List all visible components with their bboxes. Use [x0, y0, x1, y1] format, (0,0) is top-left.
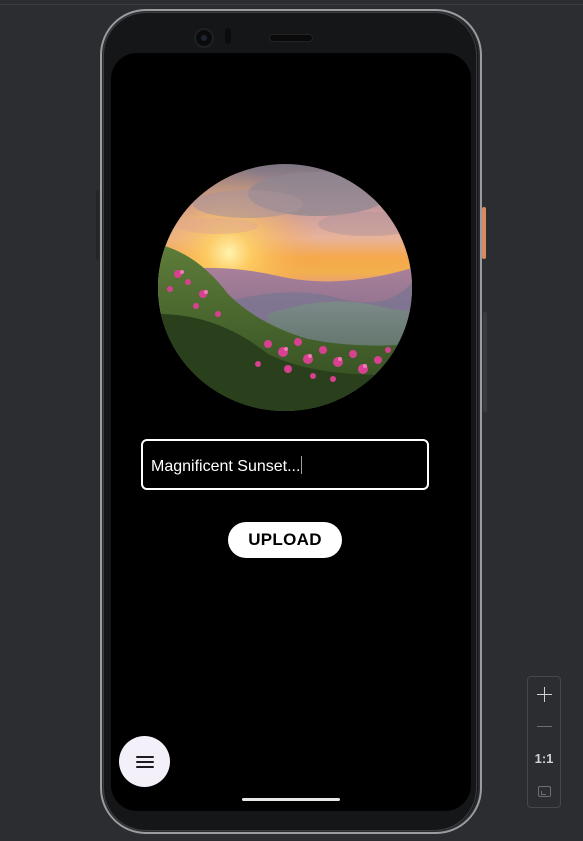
- fit-screen-button[interactable]: [528, 778, 560, 804]
- zoom-in-button[interactable]: [528, 681, 560, 707]
- volume-button[interactable]: [483, 312, 487, 412]
- menu-fab[interactable]: [119, 736, 170, 787]
- device-screen: Magnificent Sunset... UPLOAD: [111, 53, 471, 811]
- sunset-photo: [158, 164, 412, 411]
- earpiece-speaker: [270, 35, 312, 41]
- plus-icon: [536, 686, 552, 702]
- actual-size-button[interactable]: 1:1: [528, 745, 560, 771]
- caption-input[interactable]: Magnificent Sunset...: [141, 439, 429, 490]
- menu-icon: [135, 755, 154, 769]
- gesture-navigation-bar[interactable]: [242, 798, 340, 801]
- power-button[interactable]: [482, 207, 486, 259]
- text-caret: [301, 456, 303, 474]
- zoom-out-button[interactable]: [528, 713, 560, 739]
- zoom-controls-panel: 1:1: [527, 676, 561, 808]
- left-frame-edge: [96, 190, 99, 260]
- minus-icon: [536, 725, 552, 727]
- front-camera-icon: [196, 30, 212, 46]
- top-divider: [0, 4, 583, 5]
- upload-button[interactable]: UPLOAD: [228, 522, 342, 558]
- proximity-sensor: [225, 28, 231, 44]
- caption-input-value: Magnificent Sunset...: [151, 456, 303, 475]
- fit-screen-icon: [537, 785, 551, 797]
